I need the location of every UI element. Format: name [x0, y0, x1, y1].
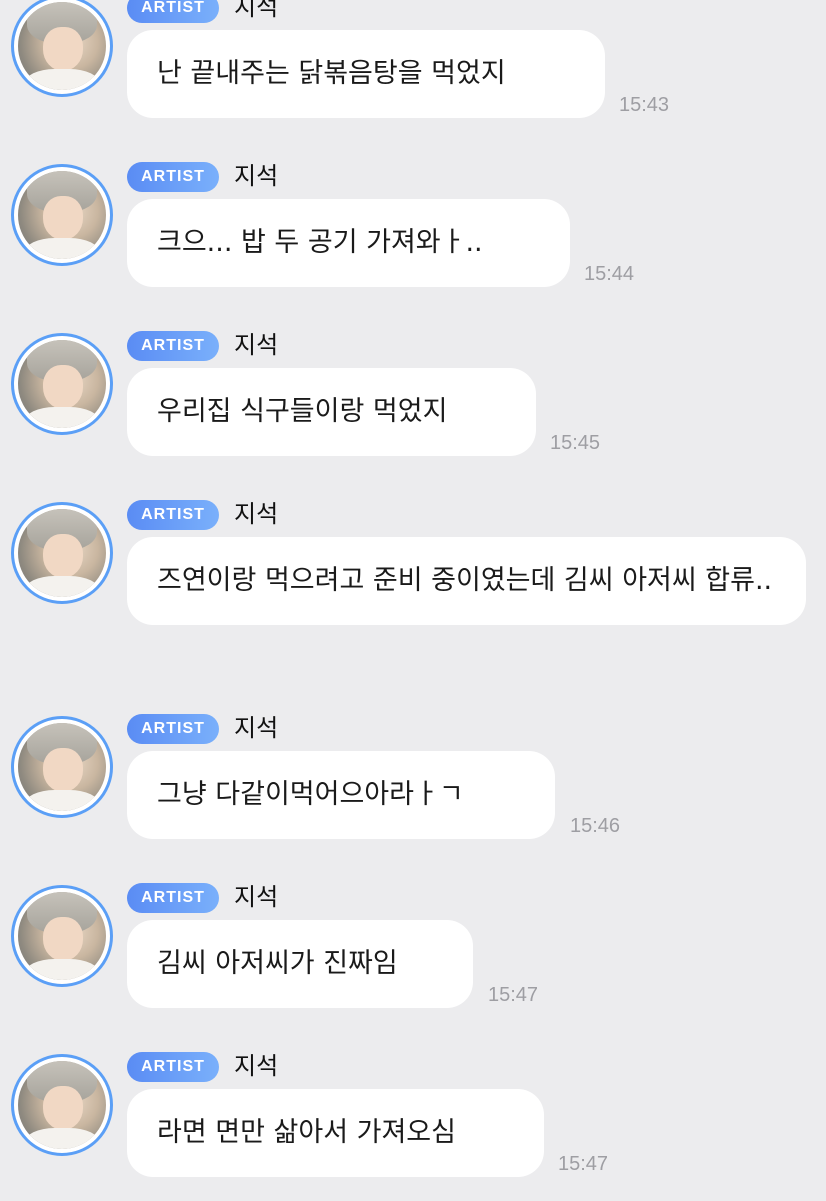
profile-photo-icon	[18, 2, 106, 90]
chat-message: ARTIST 지석 그냥 다같이먹어으아라ㅏㄱ 15:46	[0, 703, 826, 863]
sender-name[interactable]: 지석	[234, 880, 278, 914]
sender-name[interactable]: 지석	[234, 1049, 278, 1083]
artist-badge: ARTIST	[127, 162, 219, 192]
chat-message: ARTIST 지석 난 끝내주는 닭볶음탕을 먹었지 15:43	[0, 0, 826, 142]
artist-avatar[interactable]	[11, 164, 113, 266]
sender-name[interactable]: 지석	[234, 0, 278, 24]
message-timestamp: 15:46	[570, 815, 621, 837]
message-bubble[interactable]: 김씨 아저씨가 진짜임	[127, 920, 473, 1008]
profile-photo-icon	[18, 340, 106, 428]
message-timestamp: 15:47	[488, 984, 539, 1006]
artist-badge: ARTIST	[127, 0, 219, 23]
message-timestamp: 15:43	[619, 94, 670, 116]
message-bubble[interactable]: 즈연이랑 먹으려고 준비 중이였는데 김씨 아저씨 합류..	[127, 537, 806, 625]
artist-badge: ARTIST	[127, 331, 219, 361]
artist-badge: ARTIST	[127, 883, 219, 913]
artist-avatar[interactable]	[11, 716, 113, 818]
artist-badge: ARTIST	[127, 1052, 219, 1082]
message-timestamp: 15:44	[584, 263, 635, 285]
sender-name[interactable]: 지석	[234, 328, 278, 362]
message-bubble[interactable]: 크으... 밥 두 공기 가져와ㅏ..	[127, 199, 570, 287]
message-bubble[interactable]: 그냥 다같이먹어으아라ㅏㄱ	[127, 751, 555, 839]
sender-name[interactable]: 지석	[234, 711, 278, 745]
chat-message: ARTIST 지석 우리집 식구들이랑 먹었지 15:45	[0, 320, 826, 480]
chat-message: ARTIST 지석 라면 면만 삶아서 가져오심 15:47	[0, 1041, 826, 1201]
sender-name[interactable]: 지석	[234, 497, 278, 531]
artist-avatar[interactable]	[11, 502, 113, 604]
chat-message: ARTIST 지석 크으... 밥 두 공기 가져와ㅏ.. 15:44	[0, 151, 826, 311]
artist-avatar[interactable]	[11, 885, 113, 987]
artist-avatar[interactable]	[11, 333, 113, 435]
profile-photo-icon	[18, 1061, 106, 1149]
profile-photo-icon	[18, 723, 106, 811]
message-timestamp: 15:47	[558, 1153, 609, 1175]
profile-photo-icon	[18, 509, 106, 597]
artist-badge: ARTIST	[127, 714, 219, 744]
message-bubble[interactable]: 라면 면만 삶아서 가져오심	[127, 1089, 544, 1177]
profile-photo-icon	[18, 171, 106, 259]
artist-avatar[interactable]	[11, 0, 113, 97]
message-bubble[interactable]: 우리집 식구들이랑 먹었지	[127, 368, 536, 456]
artist-avatar[interactable]	[11, 1054, 113, 1156]
sender-name[interactable]: 지석	[234, 159, 278, 193]
message-timestamp: 15:45	[550, 432, 601, 454]
profile-photo-icon	[18, 892, 106, 980]
message-bubble[interactable]: 난 끝내주는 닭볶음탕을 먹었지	[127, 30, 605, 118]
chat-message: ARTIST 지석 즈연이랑 먹으려고 준비 중이였는데 김씨 아저씨 합류..	[0, 489, 826, 649]
artist-badge: ARTIST	[127, 500, 219, 530]
chat-message: ARTIST 지석 김씨 아저씨가 진짜임 15:47	[0, 872, 826, 1032]
